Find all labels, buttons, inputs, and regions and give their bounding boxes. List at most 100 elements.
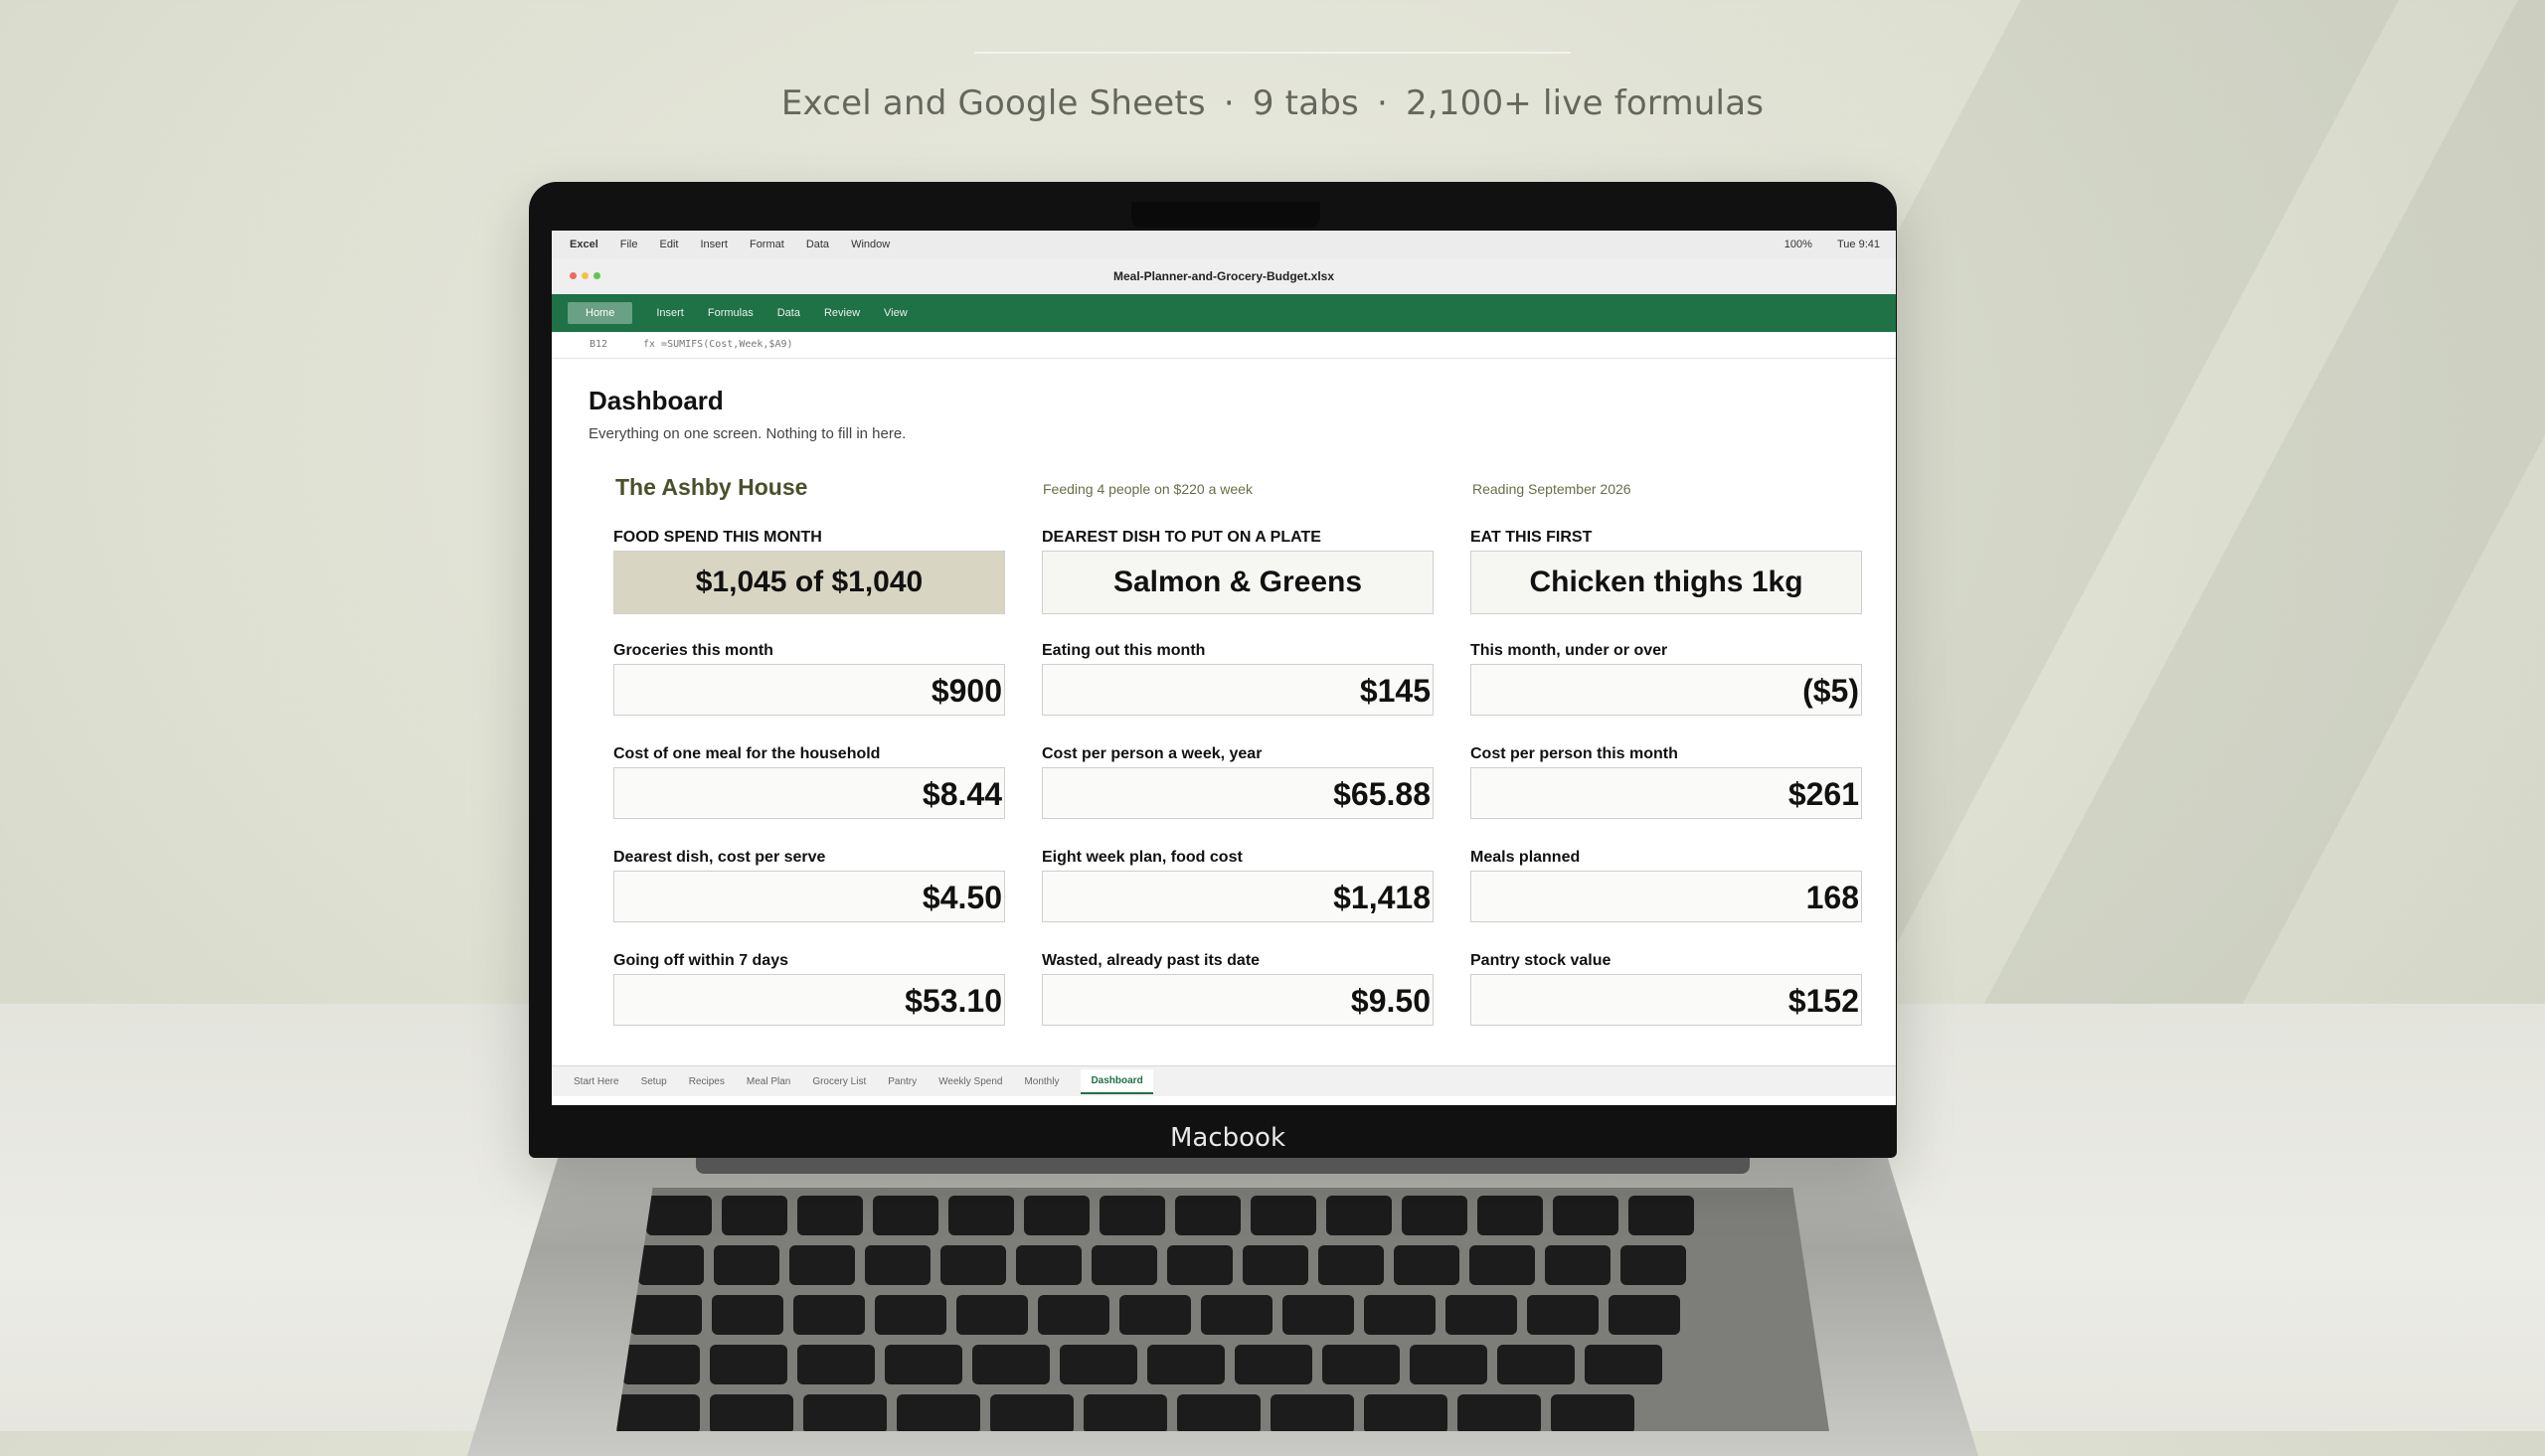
- card-label: FOOD SPEND THIS MONTH: [613, 529, 822, 546]
- card-label: Going off within 7 days: [613, 952, 788, 969]
- card-label: Cost of one meal for the household: [613, 745, 881, 762]
- laptop-brand: Macbook: [1169, 1123, 1286, 1153]
- card-value[interactable]: $900: [613, 664, 1005, 716]
- card-label: Dearest dish, cost per serve: [613, 849, 826, 866]
- page-title: Dashboard: [589, 386, 724, 415]
- card-value[interactable]: $152: [1470, 974, 1862, 1026]
- keyboard-key: [1177, 1394, 1261, 1431]
- card-value[interactable]: $1,418: [1042, 871, 1434, 922]
- formulas-count-text: 2,100+ live formulas: [1405, 83, 1765, 123]
- card-value[interactable]: ($5): [1470, 664, 1862, 716]
- page-subtitle: Everything on one screen. Nothing to fil…: [589, 425, 907, 442]
- window-titlebar: Meal-Planner-and-Grocery-Budget.xlsx: [552, 258, 1896, 295]
- metric-card: Cost per person this month $261: [1470, 743, 1862, 819]
- card-value[interactable]: Chicken thighs 1kg: [1470, 551, 1862, 614]
- mac-menubar: Excel File Edit Insert Format Data Windo…: [552, 231, 1896, 258]
- metric-card: Going off within 7 days $53.10: [613, 950, 1005, 1026]
- keyboard-key: [803, 1394, 887, 1431]
- menu-app-name[interactable]: Excel: [570, 239, 598, 250]
- metric-card: Cost per person a week, year $65.88: [1042, 743, 1434, 819]
- sheet-tab-meal-plan[interactable]: Meal Plan: [747, 1076, 790, 1087]
- card-label: This month, under or over: [1470, 642, 1668, 659]
- card-value[interactable]: $53.10: [613, 974, 1005, 1026]
- formula-bar[interactable]: B12 fx =SUMIFS(Cost,Week,$A9): [552, 332, 1896, 359]
- sheet-tab-monthly[interactable]: Monthly: [1024, 1076, 1059, 1087]
- keyboard: [616, 1188, 1829, 1431]
- card-value[interactable]: $9.50: [1042, 974, 1434, 1026]
- keyboard-key: [875, 1295, 946, 1335]
- keyboard-key: [630, 1295, 702, 1335]
- card-value[interactable]: $1,045 of $1,040: [613, 551, 1005, 614]
- keyboard-key: [710, 1394, 793, 1431]
- keyboard-key: [1585, 1345, 1662, 1384]
- keyboard-key: [789, 1245, 855, 1285]
- keyboard-key: [710, 1345, 787, 1384]
- menu-window[interactable]: Window: [851, 239, 890, 250]
- keyboard-key: [1394, 1245, 1459, 1285]
- keyboard-key: [1402, 1196, 1467, 1235]
- keyboard-key: [1201, 1295, 1272, 1335]
- card-value[interactable]: Salmon & Greens: [1042, 551, 1434, 614]
- keyboard-key: [1251, 1196, 1316, 1235]
- sheet-tab-weekly-spend[interactable]: Weekly Spend: [938, 1076, 1002, 1087]
- zoom-level: 100%: [1783, 239, 1812, 250]
- keyboard-key: [1457, 1394, 1541, 1431]
- tab-review[interactable]: Review: [824, 307, 860, 319]
- card-value[interactable]: $261: [1470, 767, 1862, 819]
- card-label: EAT THIS FIRST: [1470, 529, 1593, 546]
- subtitle: Excel and Google Sheets · 9 tabs · 2,100+ li…: [0, 83, 2545, 123]
- highlight-card-food-spend: FOOD SPEND THIS MONTH $1,045 of $1,040: [613, 527, 1005, 614]
- keyboard-key: [797, 1345, 875, 1384]
- menu-edit[interactable]: Edit: [659, 239, 678, 250]
- metric-card: Meals planned 168: [1470, 847, 1862, 922]
- tab-data[interactable]: Data: [777, 307, 800, 319]
- sheet-tab-pantry[interactable]: Pantry: [888, 1076, 917, 1087]
- card-value[interactable]: $4.50: [613, 871, 1005, 922]
- keyboard-key: [1322, 1345, 1400, 1384]
- headline-cropped: [875, 0, 2068, 20]
- sheet-tab-dashboard[interactable]: Dashboard: [1081, 1068, 1153, 1094]
- menu-insert[interactable]: Insert: [700, 239, 728, 250]
- keyboard-key: [972, 1345, 1050, 1384]
- card-value[interactable]: $8.44: [613, 767, 1005, 819]
- card-value[interactable]: $65.88: [1042, 767, 1434, 819]
- metric-card: Wasted, already past its date $9.50: [1042, 950, 1434, 1026]
- sheet-tab-start-here[interactable]: Start Here: [574, 1076, 619, 1087]
- keyboard-key: [1282, 1295, 1354, 1335]
- formula-text[interactable]: fx =SUMIFS(Cost,Week,$A9): [643, 339, 793, 350]
- card-value[interactable]: 168: [1470, 871, 1862, 922]
- divider: [974, 52, 1571, 54]
- reading-period: Reading September 2026: [1472, 481, 1631, 497]
- keyboard-key: [873, 1196, 938, 1235]
- menu-format[interactable]: Format: [750, 239, 784, 250]
- menubar-status: 100% Tue 9:41: [1763, 239, 1880, 250]
- sheet-tab-grocery-list[interactable]: Grocery List: [812, 1076, 866, 1087]
- laptop-screen: Excel File Edit Insert Format Data Windo…: [552, 231, 1896, 1105]
- keyboard-key: [1167, 1245, 1233, 1285]
- keyboard-key: [622, 1345, 700, 1384]
- keyboard-key: [616, 1394, 700, 1431]
- sheet-tabs-bar: Start Here Setup Recipes Meal Plan Groce…: [552, 1065, 1896, 1096]
- keyboard-key: [1545, 1245, 1611, 1285]
- keyboard-key: [1553, 1196, 1618, 1235]
- tab-insert[interactable]: Insert: [656, 307, 684, 319]
- tab-formulas[interactable]: Formulas: [708, 307, 754, 319]
- keyboard-key: [1527, 1295, 1599, 1335]
- sheet-tab-recipes[interactable]: Recipes: [689, 1076, 725, 1087]
- menu-data[interactable]: Data: [806, 239, 829, 250]
- cell-reference[interactable]: B12: [590, 339, 607, 350]
- keyboard-key: [1620, 1245, 1686, 1285]
- sheet-tab-setup[interactable]: Setup: [641, 1076, 667, 1087]
- keyboard-key: [1271, 1394, 1354, 1431]
- tab-home[interactable]: Home: [568, 302, 633, 324]
- tab-view[interactable]: View: [884, 307, 908, 319]
- keyboard-key: [1497, 1345, 1575, 1384]
- card-value[interactable]: $145: [1042, 664, 1434, 716]
- household-name: The Ashby House: [615, 474, 808, 500]
- keyboard-key: [1410, 1345, 1487, 1384]
- menu-file[interactable]: File: [620, 239, 638, 250]
- metric-card: Eating out this month $145: [1042, 640, 1434, 716]
- metric-card: Eight week plan, food cost $1,418: [1042, 847, 1434, 922]
- platforms-text: Excel and Google Sheets: [780, 83, 1206, 123]
- keyboard-key: [990, 1394, 1074, 1431]
